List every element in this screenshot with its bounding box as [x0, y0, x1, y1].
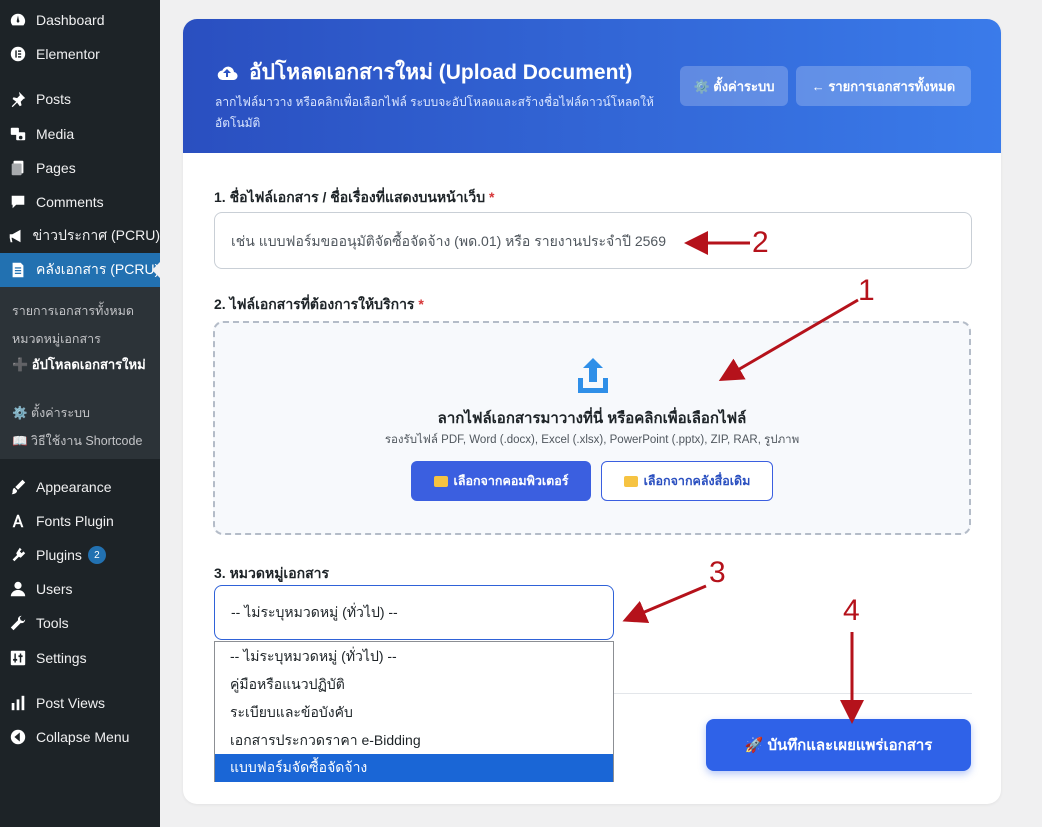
plugins-update-badge: 2: [87, 546, 106, 564]
sidebar-item-plugins[interactable]: Plugins 2: [0, 538, 160, 572]
sidebar-item-posts[interactable]: Posts: [0, 82, 160, 116]
sidebar-item-settings[interactable]: Settings: [0, 641, 160, 675]
category-option[interactable]: -- ไม่ระบุหมวดหมู่ (ทั่วไป) --: [215, 643, 613, 671]
annotation-number-4: 4: [843, 594, 860, 627]
dropzone-title: ลากไฟล์เอกสารมาวางที่นี่ หรือคลิกเพื่อเล…: [437, 410, 747, 427]
sidebar-item-pages[interactable]: Pages: [0, 151, 160, 185]
sidebar-item-media[interactable]: Media: [0, 117, 160, 151]
documents-submenu: รายการเอกสารทั้งหมด หมวดหมู่เอกสาร ➕ อัป…: [0, 287, 160, 459]
sidebar-item-dashboard[interactable]: Dashboard: [0, 3, 160, 37]
user-icon: [0, 580, 36, 598]
card-header: อัปโหลดเอกสารใหม่ (Upload Document) ลากไ…: [183, 19, 1001, 153]
font-icon: [0, 512, 36, 530]
elementor-icon: [0, 45, 36, 63]
submenu-item-settings[interactable]: ⚙️ ตั้งค่าระบบ: [12, 403, 90, 423]
folder-open-icon: [623, 475, 638, 487]
sidebar-item-fonts-plugin[interactable]: Fonts Plugin: [0, 504, 160, 538]
brush-icon: [0, 478, 36, 496]
sidebar-item-documents[interactable]: คลังเอกสาร (PCRU): [0, 253, 160, 287]
page-title-row: อัปโหลดเอกสารใหม่ (Upload Document): [215, 56, 632, 89]
category-option[interactable]: ระเบียบและข้อบังคับ: [215, 699, 613, 727]
comment-icon: [0, 193, 36, 211]
select-from-computer-button[interactable]: เลือกจากคอมพิวเตอร์: [411, 461, 591, 501]
admin-sidebar: Dashboard Elementor Posts Media Pages Co…: [0, 0, 160, 827]
page-subtitle: ลากไฟล์มาวาง หรือคลิกเพื่อเลือกไฟล์ ระบบ…: [215, 95, 654, 130]
wrench-icon: [0, 614, 36, 632]
settings-icon: [0, 649, 36, 667]
submenu-item-upload[interactable]: ➕ อัปโหลดเอกสารใหม่: [12, 356, 152, 373]
submenu-item-categories[interactable]: หมวดหมู่เอกสาร: [12, 329, 101, 349]
save-and-publish-button[interactable]: 🚀 บันทึกและเผยแพร่เอกสาร: [706, 719, 971, 771]
category-option[interactable]: เอกสารประกวดราคา e-Bidding: [215, 727, 613, 755]
category-label: 3. หมวดหมู่เอกสาร: [214, 565, 330, 581]
submenu-item-all-documents[interactable]: รายการเอกสารทั้งหมด: [12, 301, 134, 321]
upload-arrow-icon: [578, 358, 608, 393]
bar-chart-icon: [0, 694, 36, 712]
category-select[interactable]: -- ไม่ระบุหมวดหมู่ (ทั่วไป) --: [214, 585, 614, 640]
media-icon: [0, 125, 36, 143]
annotation-number-3: 3: [709, 556, 726, 589]
sidebar-item-appearance[interactable]: Appearance: [0, 470, 160, 504]
dropzone-hint: รองรับไฟล์ PDF, Word (.docx), Excel (.xl…: [384, 434, 800, 446]
sidebar-item-post-views[interactable]: Post Views: [0, 686, 160, 720]
sidebar-item-users[interactable]: Users: [0, 572, 160, 606]
annotation-number-1: 1: [858, 274, 875, 307]
sidebar-item-news[interactable]: ข่าวประกาศ (PCRU): [0, 219, 160, 253]
plugin-icon: [0, 546, 36, 564]
category-option-highlighted[interactable]: แบบฟอร์มจัดซื้อจัดจ้าง: [215, 754, 613, 782]
sidebar-item-comments[interactable]: Comments: [0, 185, 160, 219]
cloud-upload-icon: [217, 66, 238, 80]
document-name-label: 1. ชื่อไฟล์เอกสาร / ชื่อเรื่องที่แสดงบนห…: [214, 189, 495, 205]
pages-icon: [0, 159, 36, 177]
folder-icon: [433, 475, 448, 487]
active-indicator: [152, 262, 160, 278]
document-icon: [0, 261, 36, 279]
submenu-item-shortcode-guide[interactable]: 📖 วิธีใช้งาน Shortcode: [12, 431, 142, 451]
all-documents-button[interactable]: ← รายการเอกสารทั้งหมด: [796, 66, 971, 106]
annotation-number-2: 2: [752, 226, 769, 259]
collapse-icon: [0, 728, 36, 746]
category-dropdown-list: -- ไม่ระบุหมวดหมู่ (ทั่วไป) -- คู่มือหรื…: [214, 641, 614, 782]
dashboard-icon: [0, 11, 36, 29]
pin-icon: [0, 90, 36, 108]
sidebar-item-tools[interactable]: Tools: [0, 606, 160, 640]
megaphone-icon: [0, 227, 33, 245]
document-file-label: 2. ไฟล์เอกสารที่ต้องการให้บริการ *: [214, 296, 424, 312]
sidebar-item-elementor[interactable]: Elementor: [0, 37, 160, 71]
document-name-input[interactable]: [214, 212, 972, 269]
settings-button[interactable]: ⚙️ ตั้งค่าระบบ: [680, 66, 788, 106]
sidebar-item-collapse-menu[interactable]: Collapse Menu: [0, 720, 160, 754]
page-title: อัปโหลดเอกสารใหม่ (Upload Document): [249, 61, 633, 84]
category-option[interactable]: คู่มือหรือแนวปฏิบัติ: [215, 671, 613, 699]
select-from-library-button[interactable]: เลือกจากคลังสื่อเดิม: [601, 461, 773, 501]
